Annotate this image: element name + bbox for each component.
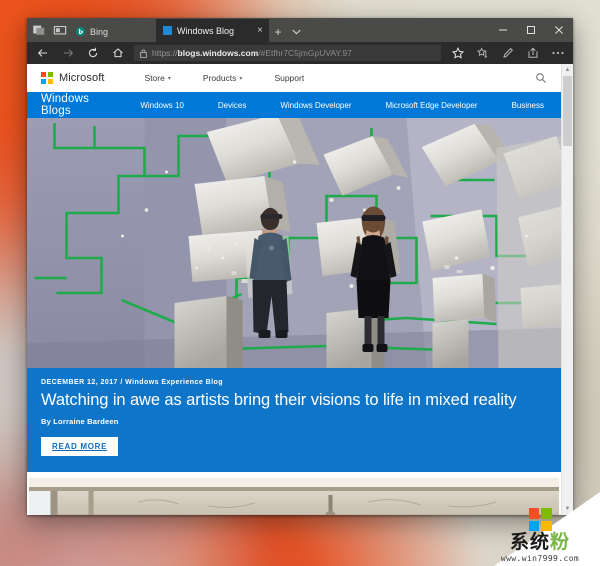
tab-windows-blog[interactable]: Windows Blog × bbox=[156, 19, 269, 42]
tab-label: Windows Blog bbox=[177, 25, 235, 36]
watermark: 系统粉 www.win7999.com bbox=[468, 492, 600, 566]
browser-toolbar-icons bbox=[445, 42, 570, 64]
window-controls bbox=[489, 18, 573, 42]
share-icon[interactable] bbox=[520, 42, 545, 64]
ms-nav-label: Support bbox=[274, 73, 305, 83]
tab-strip: Bing Windows Blog × + bbox=[27, 18, 573, 42]
microsoft-global-header: Microsoft Store ▾ Products ▾ Support bbox=[27, 64, 561, 92]
blogs-nav-windows-10[interactable]: Windows 10 bbox=[123, 101, 201, 110]
tab-bing[interactable]: Bing bbox=[69, 21, 156, 42]
watermark-title-left: 系统 bbox=[509, 531, 550, 553]
windows-blog-icon bbox=[163, 26, 172, 35]
article-meta: DECEMBER 12, 2017 / Windows Experience B… bbox=[41, 379, 547, 386]
page-content: Microsoft Store ▾ Products ▾ Support Win… bbox=[27, 64, 561, 515]
forward-button[interactable] bbox=[55, 42, 80, 64]
site-search-button[interactable] bbox=[535, 72, 561, 84]
scrollbar-track[interactable] bbox=[562, 76, 573, 503]
scrollbar-thumb[interactable] bbox=[563, 76, 572, 146]
scroll-up-arrow-icon[interactable]: ▲ bbox=[565, 64, 571, 76]
set-tabs-aside-icon[interactable] bbox=[32, 23, 46, 37]
windows-blogs-brand[interactable]: Windows Blogs bbox=[41, 93, 97, 117]
article-caption: DECEMBER 12, 2017 / Windows Experience B… bbox=[27, 368, 561, 473]
add-favorite-icon[interactable] bbox=[445, 42, 470, 64]
new-tab-button[interactable]: + bbox=[269, 21, 287, 42]
article-title[interactable]: Watching in awe as artists bring their v… bbox=[41, 391, 547, 410]
tabs-you-set-aside-icon[interactable] bbox=[53, 23, 67, 37]
microsoft-logo[interactable]: Microsoft bbox=[41, 72, 105, 84]
microsoft-nav: Store ▾ Products ▾ Support bbox=[129, 73, 321, 83]
address-text: https://blogs.windows.com/#Etfhr7C5jmGpU… bbox=[152, 48, 352, 58]
ms-nav-label: Store bbox=[144, 73, 165, 83]
close-tab-icon[interactable]: × bbox=[247, 25, 263, 36]
watermark-content: 系统粉 www.win7999.com bbox=[486, 508, 594, 563]
tab-tools bbox=[27, 18, 69, 42]
hero-image[interactable] bbox=[27, 118, 561, 368]
read-more-button[interactable]: READ MORE bbox=[41, 437, 119, 457]
maximize-button[interactable] bbox=[517, 18, 545, 42]
blogs-nav-links: Windows 10 Devices Windows Developer Mic… bbox=[123, 101, 561, 110]
page-viewport: Microsoft Store ▾ Products ▾ Support Win… bbox=[27, 64, 573, 515]
ms-nav-products[interactable]: Products ▾ bbox=[187, 73, 259, 83]
chevron-down-icon[interactable] bbox=[287, 21, 305, 42]
blogs-nav-business[interactable]: Business bbox=[495, 101, 561, 110]
chevron-down-icon: ▾ bbox=[167, 75, 171, 82]
watermark-title-mid: 粉 bbox=[550, 531, 571, 553]
watermark-url: www.win7999.com bbox=[500, 554, 580, 563]
article-date: DECEMBER 12, 2017 bbox=[41, 379, 118, 386]
meta-separator: / bbox=[120, 379, 123, 386]
url-scheme: https:// bbox=[152, 48, 178, 58]
ms-nav-support[interactable]: Support bbox=[258, 73, 320, 83]
page-scrollbar[interactable]: ▲ ▼ bbox=[561, 64, 573, 515]
favorites-hub-icon[interactable] bbox=[470, 42, 495, 64]
article-category[interactable]: Windows Experience Blog bbox=[125, 379, 223, 386]
bing-icon bbox=[76, 27, 85, 36]
ms-nav-store[interactable]: Store ▾ bbox=[129, 73, 187, 83]
address-toolbar: https://blogs.windows.com/#Etfhr7C5jmGpU… bbox=[27, 42, 573, 64]
web-notes-icon[interactable] bbox=[495, 42, 520, 64]
microsoft-wordmark: Microsoft bbox=[59, 72, 105, 84]
hero-illustration bbox=[27, 118, 561, 368]
minimize-button[interactable] bbox=[489, 18, 517, 42]
watermark-title: 系统粉 bbox=[486, 533, 594, 552]
blogs-nav-devices[interactable]: Devices bbox=[201, 101, 263, 110]
home-button[interactable] bbox=[105, 42, 130, 64]
url-domain: blogs.windows.com bbox=[177, 48, 259, 58]
address-bar[interactable]: https://blogs.windows.com/#Etfhr7C5jmGpU… bbox=[134, 45, 441, 61]
tab-label: Bing bbox=[90, 26, 109, 37]
microsoft-squares-icon bbox=[528, 508, 552, 531]
back-button[interactable] bbox=[30, 42, 55, 64]
refresh-button[interactable] bbox=[80, 42, 105, 64]
chevron-down-icon: ▾ bbox=[239, 75, 243, 82]
windows-blogs-nav: Windows Blogs Windows 10 Devices Windows… bbox=[27, 92, 561, 118]
microsoft-squares-icon bbox=[41, 72, 53, 84]
more-settings-icon[interactable] bbox=[545, 42, 570, 64]
close-button[interactable] bbox=[545, 18, 573, 42]
blogs-nav-microsoft-edge-developer[interactable]: Microsoft Edge Developer bbox=[368, 101, 494, 110]
article-byline: By Lorraine Bardeen bbox=[41, 417, 119, 427]
ms-nav-label: Products bbox=[202, 73, 237, 83]
search-icon bbox=[536, 73, 546, 83]
url-fragment: /#Etfhr7C5jmGpUVAY.97 bbox=[258, 48, 352, 58]
lock-icon bbox=[140, 49, 147, 58]
edge-browser-window: Bing Windows Blog × + https://blogs.wind… bbox=[27, 18, 573, 515]
blogs-nav-windows-developer[interactable]: Windows Developer bbox=[263, 101, 368, 110]
